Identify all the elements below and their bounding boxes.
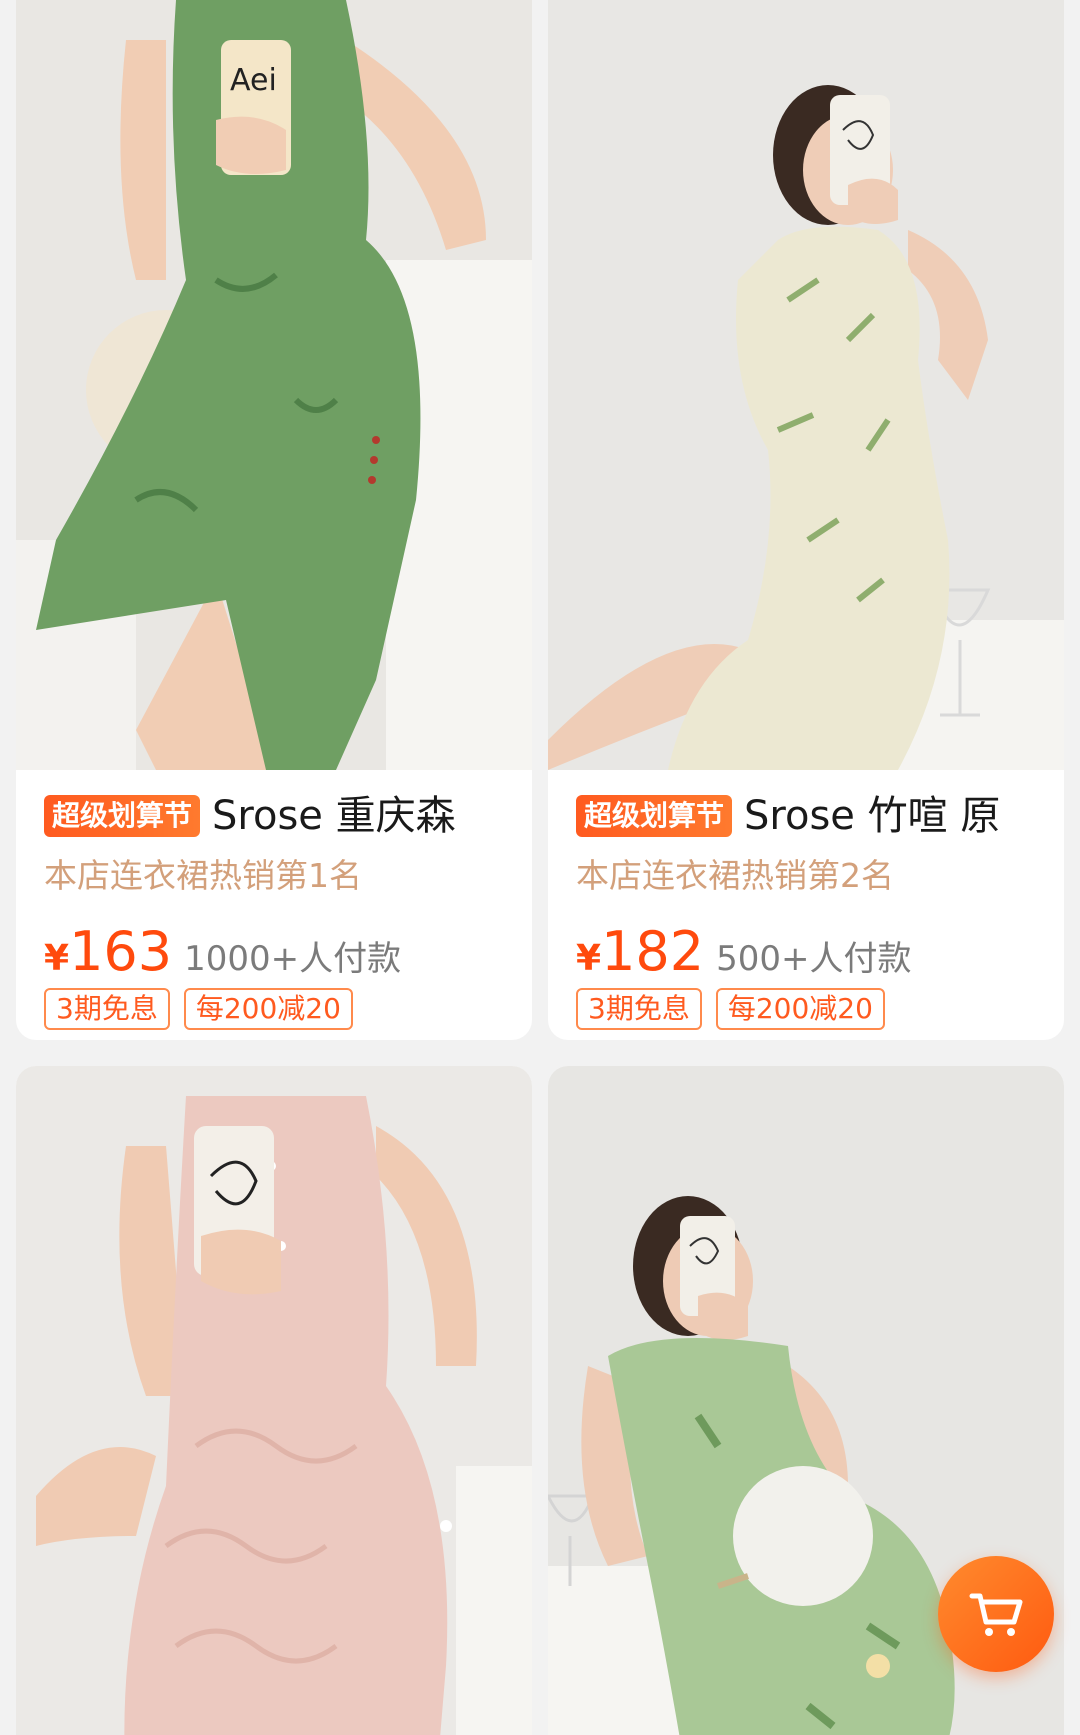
product-feed: Aei 超级划算节 Srose 重庆森 本店连衣裙热销第1名 ¥ 163 100…: [0, 0, 1080, 1735]
bestseller-rank: 本店连衣裙热销第2名: [576, 856, 894, 895]
product-card-2[interactable]: 超级划算节 Srose 竹喧 原 本店连衣裙热销第2名 ¥ 182 500+人付…: [548, 0, 1064, 1040]
product-title[interactable]: Srose 竹喧 原: [744, 792, 1000, 840]
discount-badge: 每200减20: [715, 988, 885, 1030]
phone-case-text: Aei: [230, 63, 277, 98]
bestseller-rank: 本店连衣裙热销第1名: [44, 856, 362, 895]
product-title-row[interactable]: 超级划算节 Srose 重庆森: [44, 792, 504, 840]
currency-symbol: ¥: [576, 938, 602, 979]
product-image-3[interactable]: [16, 1066, 532, 1735]
promo-tag: 超级划算节: [576, 795, 733, 837]
shopping-cart-icon: [969, 1593, 1023, 1636]
cart-button[interactable]: [938, 1556, 1054, 1672]
promo-tag: 超级划算节: [44, 795, 201, 837]
installment-badge: 3期免息: [44, 988, 170, 1030]
product-title[interactable]: Srose 重庆森: [212, 792, 456, 840]
product-info-2: 超级划算节 Srose 竹喧 原 本店连衣裙热销第2名 ¥ 182 500+人付…: [548, 770, 1064, 1030]
price: 182: [601, 920, 705, 983]
product-card-3[interactable]: [16, 1066, 532, 1735]
paid-count: 1000+人付款: [184, 939, 402, 979]
price: 163: [69, 920, 173, 983]
product-info-1: 超级划算节 Srose 重庆森 本店连衣裙热销第1名 ¥ 163 1000+人付…: [16, 770, 532, 1030]
price-row: ¥ 182 500+人付款: [576, 920, 1036, 983]
currency-symbol: ¥: [44, 938, 70, 979]
installment-badge: 3期免息: [576, 988, 702, 1030]
product-card-1[interactable]: Aei 超级划算节 Srose 重庆森 本店连衣裙热销第1名 ¥ 163 100…: [16, 0, 532, 1040]
price-row: ¥ 163 1000+人付款: [44, 920, 504, 983]
paid-count: 500+人付款: [716, 939, 912, 979]
product-title-row[interactable]: 超级划算节 Srose 竹喧 原: [576, 792, 1036, 840]
coupon-badges: 3期免息 每200减20: [576, 988, 1036, 1030]
product-image-2[interactable]: [548, 0, 1064, 770]
discount-badge: 每200减20: [183, 988, 353, 1030]
coupon-badges: 3期免息 每200减20: [44, 988, 504, 1030]
product-image-1[interactable]: Aei: [16, 0, 532, 770]
